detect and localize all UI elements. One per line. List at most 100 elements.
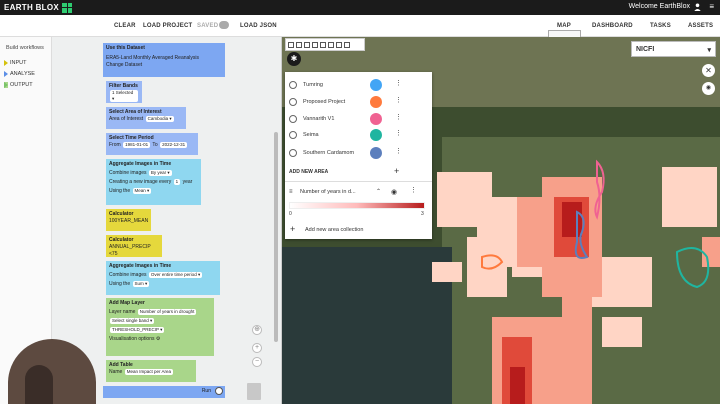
more-options-icon[interactable]: ⋮ <box>395 130 402 137</box>
aggregate-2-title: Aggregate Images in Time <box>109 263 172 269</box>
area-radio[interactable] <box>289 98 297 106</box>
area-color-swatch[interactable] <box>370 129 382 141</box>
more-options-icon[interactable]: ⋮ <box>395 114 402 121</box>
time-period-block[interactable]: Select Time Period From 1981-01-01 To 20… <box>106 133 198 155</box>
pan-tool-icon[interactable] <box>288 41 294 48</box>
map-drawing-toolbar <box>285 38 365 51</box>
area-radio[interactable] <box>289 149 297 157</box>
area-radio[interactable] <box>289 81 297 89</box>
to-date-input[interactable]: 2022-12-31 <box>160 142 188 148</box>
area-block[interactable]: Select Area of Interest Area of Interest… <box>106 107 186 129</box>
add-collection-plus-icon[interactable]: + <box>290 224 295 234</box>
area-color-swatch[interactable] <box>370 147 382 159</box>
dataset-block[interactable]: Use this Dataset ERA5-Land Monthly Avera… <box>103 43 225 77</box>
area-row-southern-cardamom[interactable]: Southern Cardamom ⋮ <box>285 146 432 160</box>
trash-icon[interactable] <box>247 383 261 400</box>
close-icon[interactable]: ✕ <box>702 64 715 77</box>
threshold-select[interactable]: THRESHOLD_PRECIP ▾ <box>110 327 165 333</box>
calculator-block-2[interactable]: Calculator ANNUAL_PRECIP <75 <box>106 235 162 257</box>
recenter-icon[interactable]: ⊕ <box>252 325 262 335</box>
more-options-icon[interactable]: ⋮ <box>395 80 402 87</box>
every-input[interactable]: 1 <box>173 179 181 185</box>
combine-select[interactable]: By year ▾ <box>148 170 172 176</box>
sidebar-item-input[interactable]: INPUT <box>4 60 27 66</box>
line-tool-icon[interactable] <box>320 41 326 48</box>
area-select[interactable]: Cambodia ▾ <box>145 116 174 122</box>
area-color-swatch[interactable] <box>370 113 382 125</box>
add-area-plus-icon[interactable]: + <box>394 166 399 176</box>
run-play-icon[interactable] <box>215 387 223 395</box>
move-tool-icon[interactable] <box>296 41 302 48</box>
visibility-eye-icon[interactable]: ◉ <box>391 188 397 196</box>
visualisation-options-label: Visualisation options <box>109 336 155 342</box>
legend-color-ramp <box>289 202 425 209</box>
map-layer-block[interactable]: Add Map Layer Layer name Number of years… <box>106 298 214 356</box>
sidebar-item-output[interactable]: OUTPUT <box>4 82 33 88</box>
clear-button[interactable]: CLEAR <box>114 23 136 29</box>
area-color-swatch[interactable] <box>370 79 382 91</box>
area-color-swatch[interactable] <box>370 96 382 108</box>
sidebar-item-analyse[interactable]: ANALYSE <box>4 71 35 77</box>
map-layer-title: Add Map Layer <box>109 300 145 306</box>
area-label: Tumring <box>303 82 323 88</box>
area-radio[interactable] <box>289 131 297 139</box>
upload-tool-icon[interactable] <box>336 41 342 48</box>
calculator-2-name: ANNUAL_PRECIP <75 <box>109 244 151 257</box>
band-select[interactable]: Select single band ▾ <box>110 318 155 324</box>
calculator-block-1[interactable]: Calculator 100YEAR_MEAN <box>106 209 151 231</box>
screenshot-camera-icon[interactable]: ◉ <box>702 82 715 95</box>
map-settings-icon[interactable]: ✱ <box>287 52 301 66</box>
filter-bands-block[interactable]: Filter Bands 1 Selected ▾ <box>106 81 142 103</box>
drag-handle-icon[interactable]: ≡ <box>289 189 293 195</box>
area-row-tumring[interactable]: Tumring ⋮ <box>285 78 432 92</box>
using-select-2[interactable]: Sum ▾ <box>132 281 150 287</box>
chevron-down-icon: ▾ <box>707 47 711 54</box>
bands-select[interactable]: 1 Selected ▾ <box>110 90 138 102</box>
load-project-button[interactable]: LOAD PROJECT <box>143 23 192 29</box>
brand-logo[interactable]: EARTH BLOX <box>4 2 72 13</box>
more-options-icon[interactable]: ⋮ <box>395 148 402 155</box>
zoom-in-icon[interactable]: + <box>252 343 262 353</box>
polygon-tool-icon[interactable] <box>312 41 318 48</box>
tab-map[interactable]: MAP <box>557 23 571 29</box>
dataset-name: ERA5-Land Monthly Averaged Reanalysis <box>106 55 200 61</box>
menu-icon[interactable]: ≡ <box>709 3 714 11</box>
area-row-vannarith[interactable]: Vannarith V1 ⋮ <box>285 112 432 126</box>
aggregate-block-2[interactable]: Aggregate Images in Time Combine images … <box>106 261 220 295</box>
load-json-button[interactable]: LOAD JSON <box>240 23 277 29</box>
change-dataset-link[interactable]: Change Dataset <box>106 62 222 69</box>
add-new-area-row[interactable]: ADD NEW AREA + <box>285 165 432 179</box>
top-bar: EARTH BLOX Welcome EarthBlox ≡ <box>0 0 720 15</box>
aggregate-block-1[interactable]: Aggregate Images in Time Combine images … <box>106 159 201 205</box>
area-radio[interactable] <box>289 115 297 123</box>
collapse-chevron-icon[interactable]: ⌃ <box>376 188 381 195</box>
user-icon[interactable] <box>694 3 701 11</box>
add-new-area-label: ADD NEW AREA <box>289 169 329 175</box>
zoom-out-icon[interactable]: − <box>252 357 262 367</box>
layer-name-input[interactable]: Number of years in drought <box>137 309 197 315</box>
add-table-title: Add Table <box>109 362 133 368</box>
visualisation-gear-icon[interactable]: ⚙ <box>156 336 160 342</box>
measure-tool-icon[interactable] <box>344 41 350 48</box>
basemap-select[interactable]: NICFI ▾ <box>631 41 716 57</box>
draw-tool-icon[interactable] <box>328 41 334 48</box>
tab-tasks[interactable]: TASKS <box>650 23 671 29</box>
more-options-icon[interactable]: ⋮ <box>395 97 402 104</box>
brand-name: EARTH BLOX <box>4 3 59 12</box>
tab-dashboard[interactable]: DASHBOARD <box>592 23 633 29</box>
tab-assets[interactable]: ASSETS <box>688 23 713 29</box>
area-label: Proposed Project <box>303 99 346 105</box>
workspace-scrollbar[interactable] <box>274 132 278 342</box>
area-row-proposed-project[interactable]: Proposed Project ⋮ <box>285 95 432 109</box>
combine-select-2[interactable]: Over entire time period ▾ <box>148 272 203 278</box>
add-area-collection-row[interactable]: + Add new area collection <box>285 223 432 237</box>
from-date-input[interactable]: 1981-01-01 <box>123 142 151 148</box>
table-name-input[interactable]: Mean Impact per Area <box>124 369 174 375</box>
layer-row[interactable]: ≡ Number of years in d... ⌃ ◉ ⋮ <box>285 185 432 199</box>
layer-options-icon[interactable]: ⋮ <box>410 187 417 194</box>
layer-name-label: Layer name <box>109 309 136 315</box>
add-table-block[interactable]: Add Table Name Mean Impact per Area <box>106 360 196 382</box>
area-row-seima[interactable]: Seima ⋮ <box>285 128 432 142</box>
rectangle-tool-icon[interactable] <box>304 41 310 48</box>
using-select[interactable]: Mean ▾ <box>132 188 152 194</box>
